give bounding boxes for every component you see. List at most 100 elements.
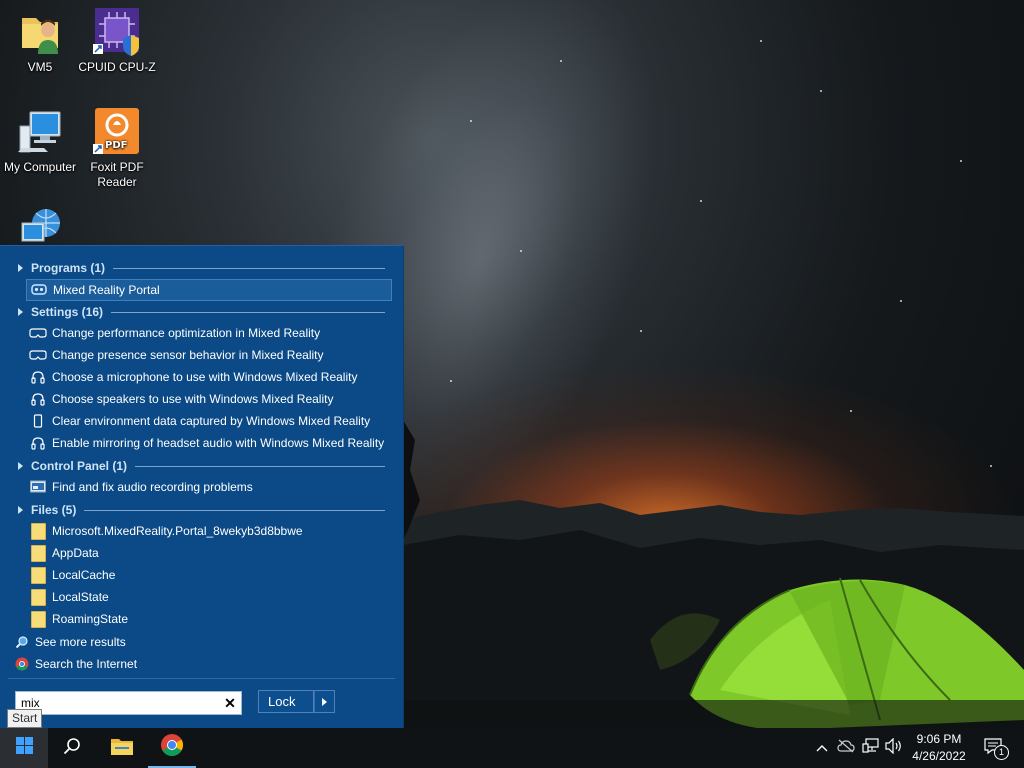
- user-folder-icon: [16, 8, 64, 56]
- section-header-files[interactable]: Files (5): [14, 501, 385, 519]
- result-label: RoamingState: [52, 612, 129, 626]
- folder-icon: [29, 544, 47, 562]
- headphones-icon: [29, 391, 47, 407]
- divider: [8, 678, 395, 679]
- result-setting-performance[interactable]: Change performance optimization in Mixed…: [26, 323, 390, 343]
- desktop-icon-label: VM5: [27, 60, 53, 74]
- result-setting-presence-sensor[interactable]: Change presence sensor behavior in Mixed…: [26, 345, 390, 365]
- action-center-button[interactable]: 1: [982, 738, 1009, 760]
- result-setting-microphone[interactable]: Choose a microphone to use with Windows …: [26, 367, 390, 387]
- result-setting-mirroring[interactable]: Enable mirroring of headset audio with W…: [26, 433, 390, 453]
- link-label: Search the Internet: [35, 657, 138, 671]
- section-label: Programs (1): [31, 261, 106, 275]
- link-label: See more results: [35, 635, 126, 649]
- section-header-control-panel[interactable]: Control Panel (1): [14, 457, 385, 475]
- desktop-icon-my-computer[interactable]: My Computer: [0, 108, 80, 175]
- result-label: Change performance optimization in Mixed…: [52, 326, 321, 340]
- section-label: Control Panel (1): [31, 459, 128, 473]
- start-tooltip: Start: [7, 709, 43, 728]
- lock-label: Lock: [268, 694, 296, 709]
- start-button[interactable]: [0, 728, 48, 768]
- headphones-icon: [29, 369, 47, 385]
- folder-icon: [29, 588, 47, 606]
- search-icon: [63, 737, 81, 760]
- desktop-icon-cpuz[interactable]: CPUID CPU-Z: [77, 8, 157, 75]
- search-icon: [13, 634, 31, 650]
- start-menu: Programs (1) Mixed Reality Portal Settin…: [0, 245, 404, 729]
- headset-icon: [29, 347, 47, 363]
- power-options-arrow[interactable]: [314, 690, 335, 713]
- volume-tray-button[interactable]: [884, 737, 904, 759]
- result-control-panel-audio[interactable]: Find and fix audio recording problems: [26, 477, 390, 497]
- result-mixed-reality-portal[interactable]: Mixed Reality Portal: [26, 279, 392, 301]
- device-icon: [29, 413, 47, 429]
- chevron-up-icon: [816, 739, 828, 757]
- result-label: Change presence sensor behavior in Mixed…: [52, 348, 324, 362]
- expand-arrow-icon: [18, 506, 23, 514]
- pdf-reader-icon: PDF: [93, 108, 141, 156]
- folder-icon: [29, 566, 47, 584]
- taskbar-file-explorer[interactable]: [98, 728, 146, 768]
- onedrive-tray-button[interactable]: [836, 738, 856, 758]
- result-label: Mixed Reality Portal: [53, 283, 160, 297]
- search-box: ✕: [15, 691, 242, 715]
- desktop-icon-label: Foxit PDF Reader: [90, 160, 144, 189]
- taskbar-clock[interactable]: 9:06 PM 4/26/2022: [906, 731, 972, 765]
- result-label: Choose a microphone to use with Windows …: [52, 370, 358, 384]
- search-internet-link[interactable]: Search the Internet: [13, 654, 137, 674]
- network-icon: [862, 737, 880, 759]
- mixed-reality-icon: [30, 282, 48, 298]
- chrome-icon: [13, 656, 31, 672]
- section-label: Files (5): [31, 503, 77, 517]
- section-label: Settings (16): [31, 305, 104, 319]
- chrome-icon: [160, 733, 184, 762]
- taskbar: 9:06 PM 4/26/2022 1: [0, 728, 1024, 768]
- taskbar-chrome[interactable]: [148, 728, 196, 768]
- result-label: Find and fix audio recording problems: [52, 480, 253, 494]
- divider: [113, 267, 385, 269]
- clock-time: 9:06 PM: [916, 732, 962, 746]
- svg-text:PDF: PDF: [105, 140, 127, 151]
- file-explorer-icon: [110, 736, 134, 761]
- result-file-localstate[interactable]: LocalState: [26, 587, 390, 607]
- result-setting-clear-environment[interactable]: Clear environment data captured by Windo…: [26, 411, 390, 431]
- folder-icon: [29, 522, 47, 540]
- desktop-icon-label: My Computer: [3, 160, 77, 174]
- desktop-icon-foxit[interactable]: PDF Foxit PDF Reader: [77, 108, 157, 190]
- desktop-icon-vm5[interactable]: VM5: [0, 8, 80, 75]
- result-file-portal-folder[interactable]: Microsoft.MixedReality.Portal_8wekyb3d8b…: [26, 521, 390, 541]
- result-label: AppData: [52, 546, 99, 560]
- search-input[interactable]: [16, 692, 221, 714]
- see-more-results-link[interactable]: See more results: [13, 632, 126, 652]
- expand-arrow-icon: [18, 462, 23, 470]
- taskbar-search-button[interactable]: [48, 728, 96, 768]
- result-label: Clear environment data captured by Windo…: [52, 414, 371, 428]
- result-label: Enable mirroring of headset audio with W…: [52, 436, 385, 450]
- result-label: Choose speakers to use with Windows Mixe…: [52, 392, 334, 406]
- show-hidden-icons-button[interactable]: [812, 738, 832, 758]
- cloud-offline-icon: [837, 739, 855, 758]
- notification-icon: 1: [984, 738, 1009, 760]
- lock-button[interactable]: Lock: [258, 690, 314, 713]
- result-label: LocalCache: [52, 568, 116, 582]
- result-setting-speakers[interactable]: Choose speakers to use with Windows Mixe…: [26, 389, 390, 409]
- speaker-icon: [885, 737, 903, 759]
- result-file-localcache[interactable]: LocalCache: [26, 565, 390, 585]
- divider: [135, 465, 385, 467]
- result-file-appdata[interactable]: AppData: [26, 543, 390, 563]
- folder-icon: [29, 610, 47, 628]
- headphones-icon: [29, 435, 47, 451]
- notification-badge: 1: [994, 745, 1009, 760]
- network-tray-button[interactable]: [861, 737, 881, 759]
- result-label: Microsoft.MixedReality.Portal_8wekyb3d8b…: [52, 524, 303, 538]
- clear-search-icon[interactable]: ✕: [223, 695, 237, 711]
- section-header-programs[interactable]: Programs (1): [14, 259, 385, 277]
- windows-logo-icon: [15, 737, 33, 759]
- headset-icon: [29, 325, 47, 341]
- chevron-right-icon: [322, 697, 327, 706]
- computer-icon: [16, 108, 64, 156]
- section-header-settings[interactable]: Settings (16): [14, 303, 385, 321]
- expand-arrow-icon: [18, 308, 23, 316]
- result-file-roamingstate[interactable]: RoamingState: [26, 609, 390, 629]
- divider: [84, 509, 385, 511]
